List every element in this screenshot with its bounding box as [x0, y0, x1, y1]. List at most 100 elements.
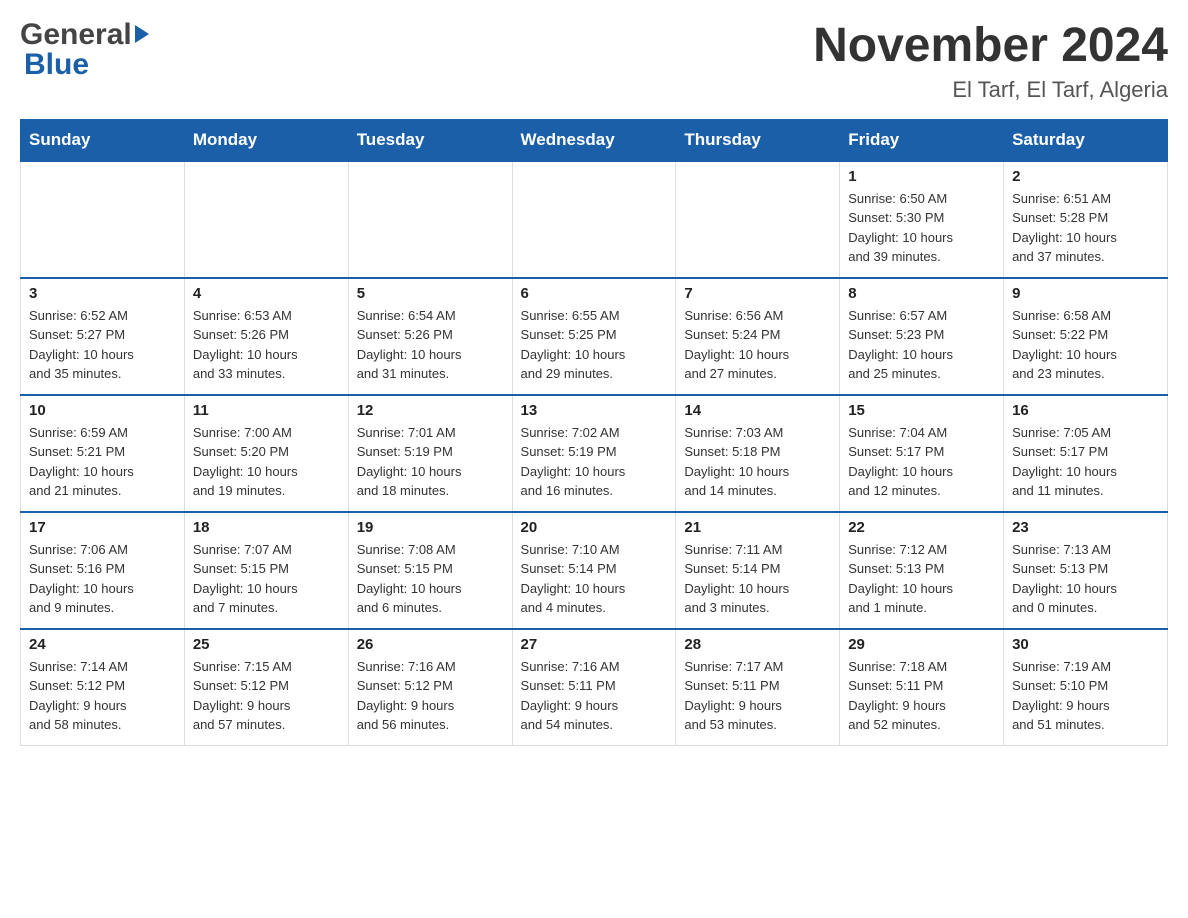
day-number: 2: [1012, 168, 1159, 185]
day-number: 10: [29, 402, 176, 419]
day-info: Sunrise: 6:54 AM Sunset: 5:26 PM Dayligh…: [357, 306, 504, 384]
day-number: 7: [684, 285, 831, 302]
day-number: 14: [684, 402, 831, 419]
calendar-week-5: 24 Sunrise: 7:14 AM Sunset: 5:12 PM Dayli…: [21, 629, 1168, 746]
logo-general-text: General: [20, 20, 132, 50]
calendar-title: November 2024: [813, 20, 1168, 73]
calendar-cell: 3 Sunrise: 6:52 AM Sunset: 5:27 PM Daylig…: [21, 278, 185, 395]
day-info: Sunrise: 7:10 AM Sunset: 5:14 PM Dayligh…: [521, 540, 668, 618]
day-info: Sunrise: 7:02 AM Sunset: 5:19 PM Dayligh…: [521, 423, 668, 501]
calendar-cell: 6 Sunrise: 6:55 AM Sunset: 5:25 PM Daylig…: [512, 278, 676, 395]
day-info: Sunrise: 7:07 AM Sunset: 5:15 PM Dayligh…: [193, 540, 340, 618]
calendar-cell: 11 Sunrise: 7:00 AM Sunset: 5:20 PM Dayli…: [184, 395, 348, 512]
day-number: 20: [521, 519, 668, 536]
day-number: 19: [357, 519, 504, 536]
day-info: Sunrise: 7:05 AM Sunset: 5:17 PM Dayligh…: [1012, 423, 1159, 501]
calendar-cell: 21 Sunrise: 7:11 AM Sunset: 5:14 PM Dayli…: [676, 512, 840, 629]
day-number: 5: [357, 285, 504, 302]
calendar-cell: 30 Sunrise: 7:19 AM Sunset: 5:10 PM Dayli…: [1004, 629, 1168, 746]
calendar-cell: 8 Sunrise: 6:57 AM Sunset: 5:23 PM Daylig…: [840, 278, 1004, 395]
weekday-header-row: SundayMondayTuesdayWednesdayThursdayFrid…: [21, 119, 1168, 161]
weekday-header-friday: Friday: [840, 119, 1004, 161]
day-info: Sunrise: 6:53 AM Sunset: 5:26 PM Dayligh…: [193, 306, 340, 384]
calendar-cell: [21, 161, 185, 278]
calendar-week-2: 3 Sunrise: 6:52 AM Sunset: 5:27 PM Daylig…: [21, 278, 1168, 395]
day-number: 4: [193, 285, 340, 302]
day-number: 15: [848, 402, 995, 419]
day-number: 29: [848, 636, 995, 653]
day-info: Sunrise: 6:52 AM Sunset: 5:27 PM Dayligh…: [29, 306, 176, 384]
day-info: Sunrise: 7:13 AM Sunset: 5:13 PM Dayligh…: [1012, 540, 1159, 618]
day-info: Sunrise: 7:18 AM Sunset: 5:11 PM Dayligh…: [848, 657, 995, 735]
day-info: Sunrise: 7:11 AM Sunset: 5:14 PM Dayligh…: [684, 540, 831, 618]
logo: General Blue: [20, 20, 149, 80]
day-number: 13: [521, 402, 668, 419]
weekday-header-tuesday: Tuesday: [348, 119, 512, 161]
day-info: Sunrise: 7:15 AM Sunset: 5:12 PM Dayligh…: [193, 657, 340, 735]
day-info: Sunrise: 7:19 AM Sunset: 5:10 PM Dayligh…: [1012, 657, 1159, 735]
day-number: 25: [193, 636, 340, 653]
day-info: Sunrise: 7:01 AM Sunset: 5:19 PM Dayligh…: [357, 423, 504, 501]
day-info: Sunrise: 6:51 AM Sunset: 5:28 PM Dayligh…: [1012, 189, 1159, 267]
calendar-week-3: 10 Sunrise: 6:59 AM Sunset: 5:21 PM Dayli…: [21, 395, 1168, 512]
weekday-header-monday: Monday: [184, 119, 348, 161]
day-info: Sunrise: 7:04 AM Sunset: 5:17 PM Dayligh…: [848, 423, 995, 501]
title-block: November 2024 El Tarf, El Tarf, Algeria: [813, 20, 1168, 103]
day-info: Sunrise: 6:59 AM Sunset: 5:21 PM Dayligh…: [29, 423, 176, 501]
day-number: 21: [684, 519, 831, 536]
calendar-cell: 23 Sunrise: 7:13 AM Sunset: 5:13 PM Dayli…: [1004, 512, 1168, 629]
calendar-table: SundayMondayTuesdayWednesdayThursdayFrid…: [20, 119, 1168, 746]
calendar-cell: [184, 161, 348, 278]
weekday-header-wednesday: Wednesday: [512, 119, 676, 161]
calendar-cell: 22Sunrise: 7:12 AM Sunset: 5:13 PM Dayli…: [840, 512, 1004, 629]
calendar-cell: [676, 161, 840, 278]
calendar-cell: 16Sunrise: 7:05 AM Sunset: 5:17 PM Dayli…: [1004, 395, 1168, 512]
day-number: 17: [29, 519, 176, 536]
day-info: Sunrise: 7:00 AM Sunset: 5:20 PM Dayligh…: [193, 423, 340, 501]
day-number: 8: [848, 285, 995, 302]
calendar-week-4: 17Sunrise: 7:06 AM Sunset: 5:16 PM Dayli…: [21, 512, 1168, 629]
weekday-header-saturday: Saturday: [1004, 119, 1168, 161]
day-number: 11: [193, 402, 340, 419]
day-number: 9: [1012, 285, 1159, 302]
day-number: 24: [29, 636, 176, 653]
day-info: Sunrise: 6:55 AM Sunset: 5:25 PM Dayligh…: [521, 306, 668, 384]
day-info: Sunrise: 7:08 AM Sunset: 5:15 PM Dayligh…: [357, 540, 504, 618]
calendar-cell: 7 Sunrise: 6:56 AM Sunset: 5:24 PM Daylig…: [676, 278, 840, 395]
calendar-cell: 2 Sunrise: 6:51 AM Sunset: 5:28 PM Daylig…: [1004, 161, 1168, 278]
weekday-header-sunday: Sunday: [21, 119, 185, 161]
day-number: 12: [357, 402, 504, 419]
day-number: 22: [848, 519, 995, 536]
calendar-cell: 15 Sunrise: 7:04 AM Sunset: 5:17 PM Dayli…: [840, 395, 1004, 512]
day-number: 3: [29, 285, 176, 302]
day-number: 27: [521, 636, 668, 653]
day-number: 6: [521, 285, 668, 302]
calendar-header: SundayMondayTuesdayWednesdayThursdayFrid…: [21, 119, 1168, 161]
calendar-cell: 17Sunrise: 7:06 AM Sunset: 5:16 PM Dayli…: [21, 512, 185, 629]
calendar-cell: [512, 161, 676, 278]
calendar-cell: 18Sunrise: 7:07 AM Sunset: 5:15 PM Dayli…: [184, 512, 348, 629]
calendar-cell: 27Sunrise: 7:16 AM Sunset: 5:11 PM Dayli…: [512, 629, 676, 746]
calendar-cell: 4 Sunrise: 6:53 AM Sunset: 5:26 PM Daylig…: [184, 278, 348, 395]
calendar-cell: 24 Sunrise: 7:14 AM Sunset: 5:12 PM Dayli…: [21, 629, 185, 746]
calendar-week-1: 1 Sunrise: 6:50 AM Sunset: 5:30 PM Daylig…: [21, 161, 1168, 278]
day-info: Sunrise: 7:14 AM Sunset: 5:12 PM Dayligh…: [29, 657, 176, 735]
day-info: Sunrise: 7:16 AM Sunset: 5:12 PM Dayligh…: [357, 657, 504, 735]
logo-blue-text: Blue: [24, 50, 89, 80]
calendar-cell: 26 Sunrise: 7:16 AM Sunset: 5:12 PM Dayli…: [348, 629, 512, 746]
day-number: 23: [1012, 519, 1159, 536]
calendar-cell: 20 Sunrise: 7:10 AM Sunset: 5:14 PM Dayli…: [512, 512, 676, 629]
calendar-cell: 25 Sunrise: 7:15 AM Sunset: 5:12 PM Dayli…: [184, 629, 348, 746]
logo-arrow-icon: [135, 25, 149, 43]
day-number: 26: [357, 636, 504, 653]
day-info: Sunrise: 7:03 AM Sunset: 5:18 PM Dayligh…: [684, 423, 831, 501]
day-number: 30: [1012, 636, 1159, 653]
calendar-cell: 1 Sunrise: 6:50 AM Sunset: 5:30 PM Daylig…: [840, 161, 1004, 278]
calendar-subtitle: El Tarf, El Tarf, Algeria: [813, 77, 1168, 103]
day-info: Sunrise: 6:56 AM Sunset: 5:24 PM Dayligh…: [684, 306, 831, 384]
weekday-header-thursday: Thursday: [676, 119, 840, 161]
day-info: Sunrise: 6:57 AM Sunset: 5:23 PM Dayligh…: [848, 306, 995, 384]
day-number: 1: [848, 168, 995, 185]
calendar-cell: 19 Sunrise: 7:08 AM Sunset: 5:15 PM Dayli…: [348, 512, 512, 629]
day-info: Sunrise: 6:50 AM Sunset: 5:30 PM Dayligh…: [848, 189, 995, 267]
